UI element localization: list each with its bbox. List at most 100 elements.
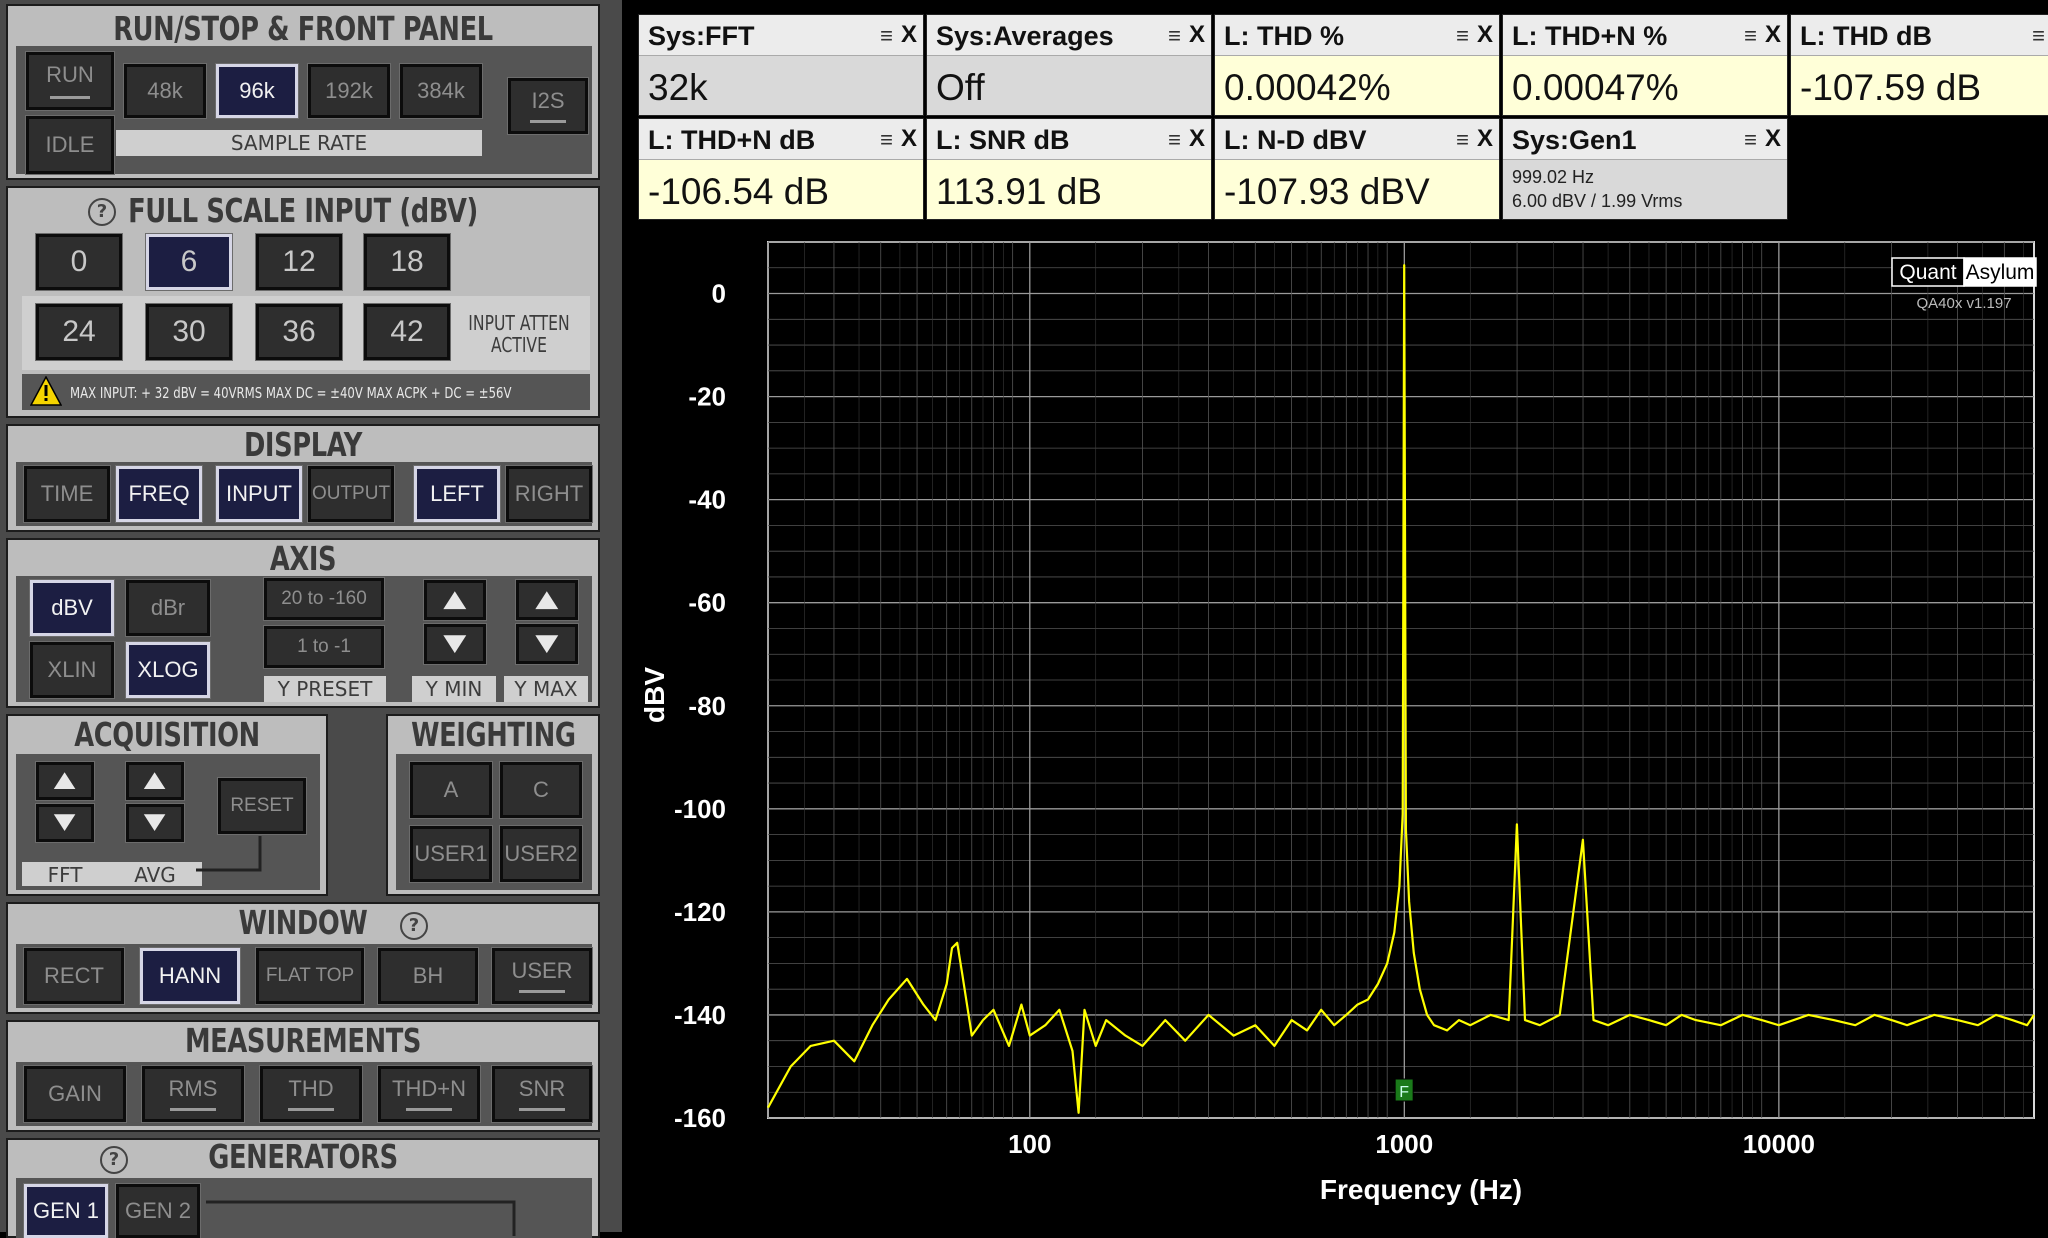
menu-icon[interactable]: ≡ xyxy=(1168,127,1181,153)
y-preset-1-to-1-button[interactable]: 1 to -1 xyxy=(263,625,385,669)
run-button[interactable]: RUN xyxy=(25,51,115,111)
weighting-user2-button[interactable]: USER2 xyxy=(499,825,583,883)
tile-l-thd-n-db[interactable]: L: THD+N dB ≡ X -106.54 dB xyxy=(638,118,924,220)
y-tick-label: -60 xyxy=(688,588,726,618)
menu-icon[interactable]: ≡ xyxy=(1456,127,1469,153)
sample-rate-384k-label: 384k xyxy=(417,78,465,103)
close-icon[interactable]: X xyxy=(1189,125,1205,153)
menu-icon[interactable]: ≡ xyxy=(1456,23,1469,49)
input-level-18-label: 18 xyxy=(390,245,424,278)
close-icon[interactable]: X xyxy=(1765,21,1781,49)
fft-plot[interactable]: 0 -20 -40 -60 -80 -100 -120 -140 -160 100 1000 1000… xyxy=(622,230,2048,1232)
gen2-button[interactable]: GEN 2 xyxy=(115,1183,201,1238)
full-scale-input-section: ? FULL SCALE INPUT (dBV) 0 6 12 18 24 30… xyxy=(6,186,600,418)
measure-gain-button[interactable]: GAIN xyxy=(23,1065,127,1123)
weighting-user1-label: USER1 xyxy=(414,841,488,866)
fft-down-button[interactable] xyxy=(35,803,95,843)
menu-icon[interactable]: ≡ xyxy=(880,127,893,153)
acquisition-title: ACQUISITION xyxy=(74,715,260,754)
measure-thdn-button[interactable]: THD+N xyxy=(377,1065,481,1123)
measure-rms-button[interactable]: RMS xyxy=(141,1065,245,1123)
y-max-up-button[interactable] xyxy=(515,579,579,621)
measure-snr-button[interactable]: SNR xyxy=(491,1065,593,1123)
weighting-a-button[interactable]: A xyxy=(409,761,493,819)
sample-rate-384k-button[interactable]: 384k xyxy=(399,63,483,119)
display-freq-button[interactable]: FREQ xyxy=(115,465,203,523)
axis-dbv-button[interactable]: dBV xyxy=(29,579,115,637)
tile-value: Off xyxy=(936,67,985,108)
input-level-42-button[interactable]: 42 xyxy=(363,303,451,361)
display-right-button[interactable]: RIGHT xyxy=(505,465,593,523)
gen1-button[interactable]: GEN 1 xyxy=(23,1183,109,1238)
menu-icon[interactable]: ≡ xyxy=(2032,23,2045,49)
tile-sys-gen1[interactable]: Sys:Gen1 ≡ X 999.02 Hz 6.00 dBV / 1.99 Vrms xyxy=(1502,118,1788,220)
avg-up-button[interactable] xyxy=(125,761,185,801)
version-label: QA40x v1.197 xyxy=(1916,295,2011,312)
max-input-warning-text: MAX INPUT: + 32 dBV = 40VRMS MAX DC = ±4… xyxy=(70,384,512,402)
weighting-c-label: C xyxy=(533,777,549,802)
sample-rate-48k-button[interactable]: 48k xyxy=(123,63,207,119)
display-time-button[interactable]: TIME xyxy=(23,465,111,523)
i2s-button-label: I2S xyxy=(531,88,565,113)
close-icon[interactable]: X xyxy=(1477,125,1493,153)
input-level-30-button[interactable]: 30 xyxy=(145,303,233,361)
menu-icon[interactable]: ≡ xyxy=(1744,23,1757,49)
axis-xlog-button[interactable]: XLOG xyxy=(125,641,211,699)
idle-button[interactable]: IDLE xyxy=(25,115,115,175)
axis-dbr-button[interactable]: dBr xyxy=(125,579,211,637)
window-flat-top-button[interactable]: FLAT TOP xyxy=(255,947,365,1005)
y-min-label: Y MIN xyxy=(412,676,496,702)
input-level-24-button[interactable]: 24 xyxy=(35,303,123,361)
y-preset-20-to-160-button[interactable]: 20 to -160 xyxy=(263,577,385,621)
close-icon[interactable]: X xyxy=(1189,21,1205,49)
measure-thd-button[interactable]: THD xyxy=(259,1065,363,1123)
tile-l-thd[interactable]: L: THD % ≡ X 0.00042% xyxy=(1214,14,1500,116)
tile-l-snr-db[interactable]: L: SNR dB ≡ X 113.91 dB xyxy=(926,118,1212,220)
menu-icon[interactable]: ≡ xyxy=(1744,127,1757,153)
weighting-user1-button[interactable]: USER1 xyxy=(409,825,493,883)
avg-down-button[interactable] xyxy=(125,803,185,843)
tile-l-n-d-dbv[interactable]: L: N-D dBV ≡ X -107.93 dBV xyxy=(1214,118,1500,220)
tile-header: L: THD+N dB ≡ X xyxy=(639,119,923,160)
window-hann-button[interactable]: HANN xyxy=(139,947,241,1005)
fft-up-button[interactable] xyxy=(35,761,95,801)
y-tick-label: -160 xyxy=(674,1103,726,1133)
window-rect-button[interactable]: RECT xyxy=(23,947,125,1005)
close-icon[interactable]: X xyxy=(901,125,917,153)
window-user-button[interactable]: USER xyxy=(491,947,593,1005)
input-level-6-button[interactable]: 6 xyxy=(145,233,233,291)
input-level-12-button[interactable]: 12 xyxy=(255,233,343,291)
i2s-button[interactable]: I2S xyxy=(507,77,589,135)
menu-icon[interactable]: ≡ xyxy=(880,23,893,49)
input-level-0-button[interactable]: 0 xyxy=(35,233,123,291)
close-icon[interactable]: X xyxy=(1765,125,1781,153)
tile-sys-averages[interactable]: Sys:Averages ≡ X Off xyxy=(926,14,1212,116)
help-icon[interactable]: ? xyxy=(400,912,428,940)
front-panel: RUN/STOP & FRONT PANEL RUN IDLE 48k 96k … xyxy=(0,0,622,1238)
tile-sys-fft[interactable]: Sys:FFT ≡ X 32k xyxy=(638,14,924,116)
display-input-button[interactable]: INPUT xyxy=(215,465,303,523)
tile-value: -107.59 dB xyxy=(1800,67,1982,108)
tile-l-thd-n[interactable]: L: THD+N % ≡ X 0.00047% xyxy=(1502,14,1788,116)
acquisition-section: ACQUISITION RESET FFT AVG xyxy=(6,714,328,896)
weighting-c-button[interactable]: C xyxy=(499,761,583,819)
fft-spectrum-chart[interactable]: 0 -20 -40 -60 -80 -100 -120 -140 -160 100 1000 1000… xyxy=(622,230,2048,1232)
axis-xlin-button[interactable]: XLIN xyxy=(29,641,115,699)
window-bh-button[interactable]: BH xyxy=(377,947,479,1005)
display-left-button[interactable]: LEFT xyxy=(413,465,501,523)
acquisition-reset-button[interactable]: RESET xyxy=(217,777,307,835)
input-level-36-button[interactable]: 36 xyxy=(255,303,343,361)
measurements-section: MEASUREMENTS GAIN RMS THD THD+N SNR xyxy=(6,1020,600,1132)
display-input-label: INPUT xyxy=(226,481,292,506)
tile-l-thd-db[interactable]: L: THD dB≡X-107.59 dB xyxy=(1790,14,2048,116)
close-icon[interactable]: X xyxy=(1477,21,1493,49)
sample-rate-96k-button[interactable]: 96k xyxy=(215,63,299,119)
menu-icon[interactable]: ≡ xyxy=(1168,23,1181,49)
y-min-down-button[interactable] xyxy=(423,623,487,665)
y-min-up-button[interactable] xyxy=(423,579,487,621)
sample-rate-192k-button[interactable]: 192k xyxy=(307,63,391,119)
y-max-down-button[interactable] xyxy=(515,623,579,665)
display-output-button[interactable]: OUTPUT xyxy=(307,465,395,523)
input-level-18-button[interactable]: 18 xyxy=(363,233,451,291)
close-icon[interactable]: X xyxy=(901,21,917,49)
